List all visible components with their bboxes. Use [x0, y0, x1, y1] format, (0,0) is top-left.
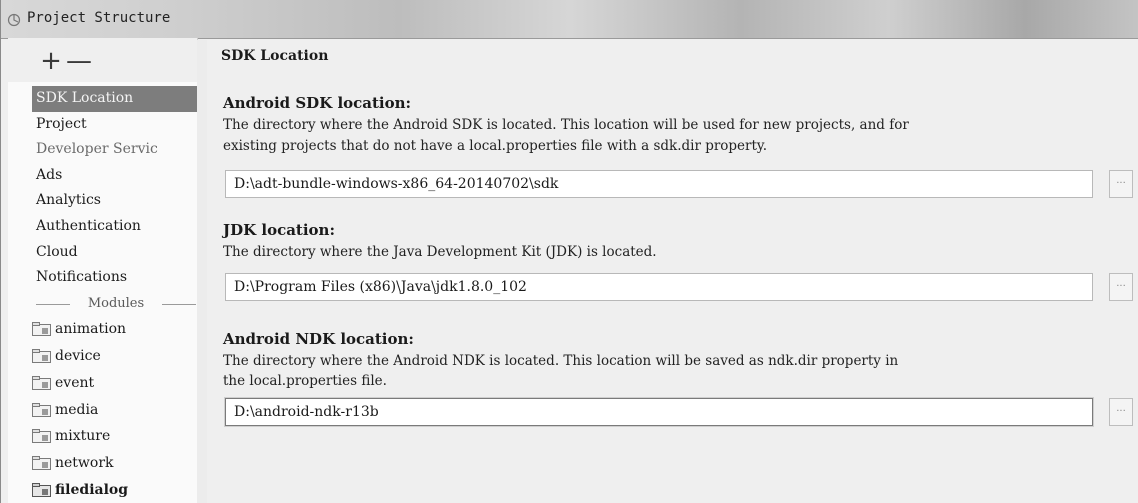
module-label: filedialog [55, 481, 129, 498]
module-label: animation [55, 321, 127, 338]
module-folder-icon [32, 375, 52, 390]
android-sdk-browse-button[interactable]: ... [1109, 170, 1133, 198]
module-item-device[interactable]: device [32, 343, 200, 370]
module-label: media [55, 401, 99, 418]
android-ndk-browse-button[interactable]: ... [1109, 398, 1133, 426]
android-sdk-title: Android SDK location: [223, 94, 412, 112]
sidebar-item-analytics[interactable]: Analytics [32, 188, 200, 214]
android-ndk-path-input[interactable] [225, 398, 1093, 426]
android-sdk-path-input[interactable] [225, 170, 1093, 198]
title-bar[interactable]: Project Structure [1, 0, 1138, 39]
module-item-animation[interactable]: animation [32, 316, 200, 343]
sidebar-item-ads[interactable]: Ads [32, 163, 200, 189]
jdk-description: The directory where the Java Development… [223, 244, 657, 260]
sidebar-item-cloud[interactable]: Cloud [32, 240, 200, 266]
module-folder-icon [32, 482, 52, 497]
add-button[interactable]: + [38, 44, 64, 78]
module-folder-icon [32, 322, 52, 337]
jdk-path-input[interactable] [225, 273, 1093, 301]
module-label: mixture [55, 428, 111, 445]
android-sdk-description-2: existing projects that do not have a loc… [223, 138, 768, 154]
page-title: SDK Location [221, 48, 329, 64]
android-ndk-title: Android NDK location: [223, 330, 414, 348]
sidebar: + — SDK Location Project Developer Servi… [8, 38, 200, 503]
module-folder-icon [32, 456, 52, 471]
project-structure-window: Project Structure + — SDK Location Proje… [0, 0, 1138, 503]
android-ndk-description-1: The directory where the Android NDK is l… [223, 353, 899, 369]
sdk-location-panel: SDK Location Android SDK location: The d… [207, 38, 1138, 503]
sidebar-list: SDK Location Project Developer Servic Ad… [32, 86, 200, 503]
remove-button[interactable]: — [66, 44, 92, 78]
sidebar-item-notifications[interactable]: Notifications [32, 265, 200, 291]
module-folder-icon [32, 402, 52, 417]
modules-divider: Modules [32, 291, 200, 316]
project-structure-icon [7, 12, 21, 27]
module-item-filedialog[interactable]: filedialog [32, 477, 200, 503]
sidebar-item-authentication[interactable]: Authentication [32, 214, 200, 240]
sidebar-item-sdk-location[interactable]: SDK Location [32, 86, 200, 112]
jdk-title: JDK location: [223, 221, 335, 239]
panel-splitter[interactable] [197, 40, 207, 503]
sidebar-toolbar: + — [8, 38, 197, 82]
sidebar-item-project[interactable]: Project [32, 112, 200, 138]
android-sdk-description-1: The directory where the Android SDK is l… [223, 117, 909, 133]
module-label: network [55, 455, 114, 472]
module-label: event [55, 374, 95, 391]
module-item-event[interactable]: event [32, 369, 200, 396]
module-item-media[interactable]: media [32, 396, 200, 423]
module-label: device [55, 347, 101, 364]
jdk-browse-button[interactable]: ... [1109, 273, 1133, 301]
module-item-mixture[interactable]: mixture [32, 423, 200, 450]
module-item-network[interactable]: network [32, 450, 200, 477]
module-folder-icon [32, 429, 52, 444]
android-ndk-description-2: the local.properties file. [223, 373, 387, 389]
window-title: Project Structure [27, 10, 171, 26]
sidebar-group-developer-services: Developer Servic [36, 141, 158, 158]
module-folder-icon [32, 348, 52, 363]
